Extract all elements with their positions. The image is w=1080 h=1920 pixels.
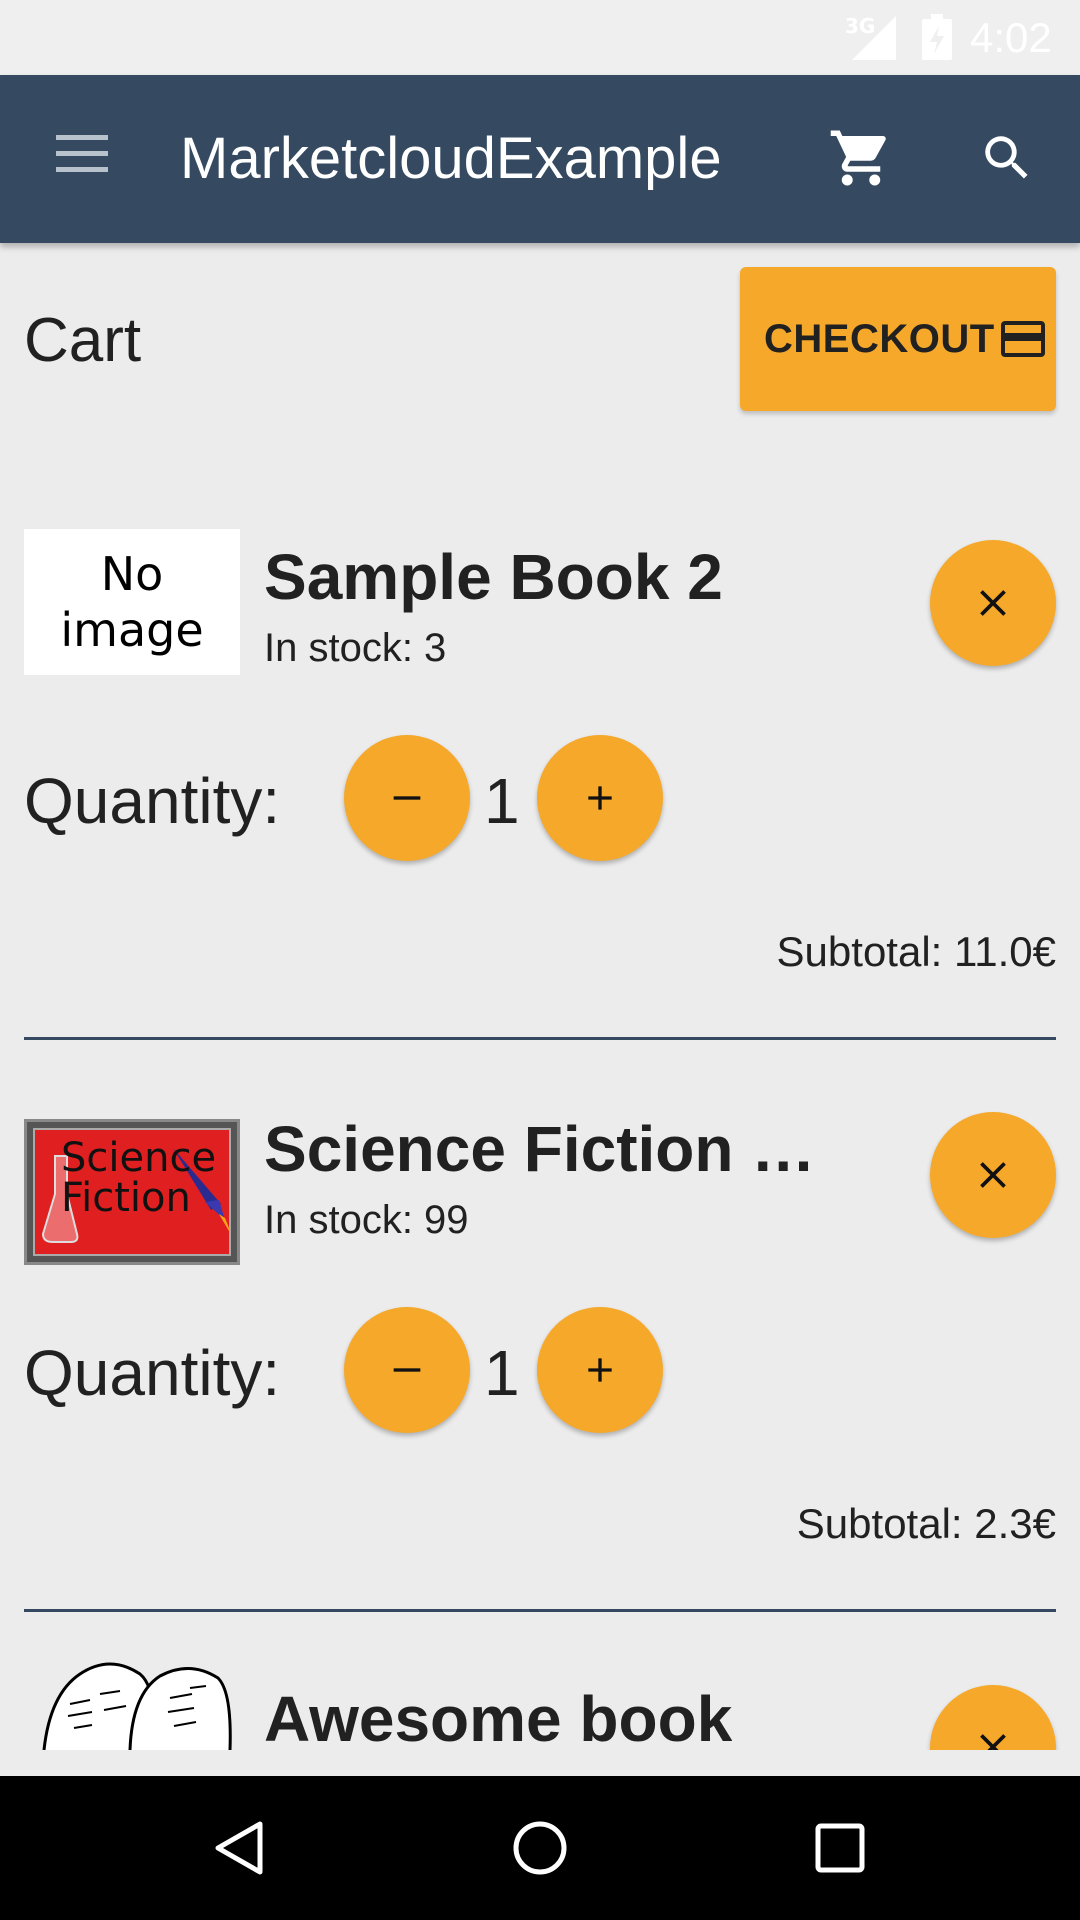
quantity-value: 1 xyxy=(484,1337,520,1409)
search-icon[interactable] xyxy=(978,129,1036,187)
product-image: Science Fiction xyxy=(24,1119,240,1265)
stock-text: In stock: 3 xyxy=(264,626,447,670)
remove-item-button[interactable] xyxy=(930,1112,1056,1238)
checkout-button[interactable]: CHECKOUT xyxy=(740,267,1056,411)
credit-card-icon xyxy=(1000,321,1045,357)
product-image xyxy=(42,1662,232,1750)
product-name: Awesome book xyxy=(264,1683,733,1750)
decrease-quantity-button[interactable] xyxy=(344,735,470,861)
increase-quantity-button[interactable] xyxy=(537,735,663,861)
close-icon xyxy=(980,590,1006,616)
minus-icon xyxy=(393,796,421,800)
checkout-label: CHECKOUT xyxy=(764,316,995,361)
quantity-label: Quantity: xyxy=(24,765,281,837)
app-title: MarketcloudExample xyxy=(180,126,722,191)
back-icon[interactable] xyxy=(210,1818,270,1878)
plus-icon xyxy=(588,786,612,810)
science-fiction-cover: Science Fiction xyxy=(33,1128,231,1256)
cart-item: Awesome book xyxy=(0,1650,1080,1750)
product-name: Science Fiction M... xyxy=(264,1113,844,1185)
clock: 4:02 xyxy=(970,14,1052,61)
remove-item-button[interactable] xyxy=(930,540,1056,666)
quantity-value: 1 xyxy=(484,765,520,837)
close-icon xyxy=(980,1162,1006,1188)
product-name: Sample Book 2 xyxy=(264,541,723,613)
subtotal: Subtotal: 2.3€ xyxy=(796,1500,1056,1547)
quantity-label: Quantity: xyxy=(24,1337,281,1409)
cover-text: Science Fiction xyxy=(61,1135,217,1221)
stock-text: In stock: 99 xyxy=(264,1198,469,1242)
subtotal: Subtotal: 11.0€ xyxy=(776,928,1056,975)
status-bar: 3G 4:02 xyxy=(0,0,1080,75)
minus-icon xyxy=(393,1368,421,1372)
network-type: 3G xyxy=(845,14,876,38)
cart-icon[interactable] xyxy=(828,125,894,191)
home-icon[interactable] xyxy=(510,1818,570,1878)
battery-icon xyxy=(922,14,952,60)
product-image-placeholder: No image xyxy=(24,529,240,675)
menu-icon[interactable] xyxy=(52,131,112,177)
remove-item-button[interactable] xyxy=(930,1685,1056,1750)
decrease-quantity-button[interactable] xyxy=(344,1307,470,1433)
page-title: Cart xyxy=(24,306,142,375)
divider xyxy=(24,1609,1056,1612)
divider xyxy=(24,1037,1056,1040)
navigation-bar xyxy=(0,1776,1080,1920)
app-bar: MarketcloudExample xyxy=(0,75,1080,243)
plus-icon xyxy=(588,1358,612,1382)
close-icon xyxy=(980,1734,1006,1750)
increase-quantity-button[interactable] xyxy=(537,1307,663,1433)
no-image-text: No image xyxy=(60,547,204,657)
recents-icon[interactable] xyxy=(810,1818,870,1878)
